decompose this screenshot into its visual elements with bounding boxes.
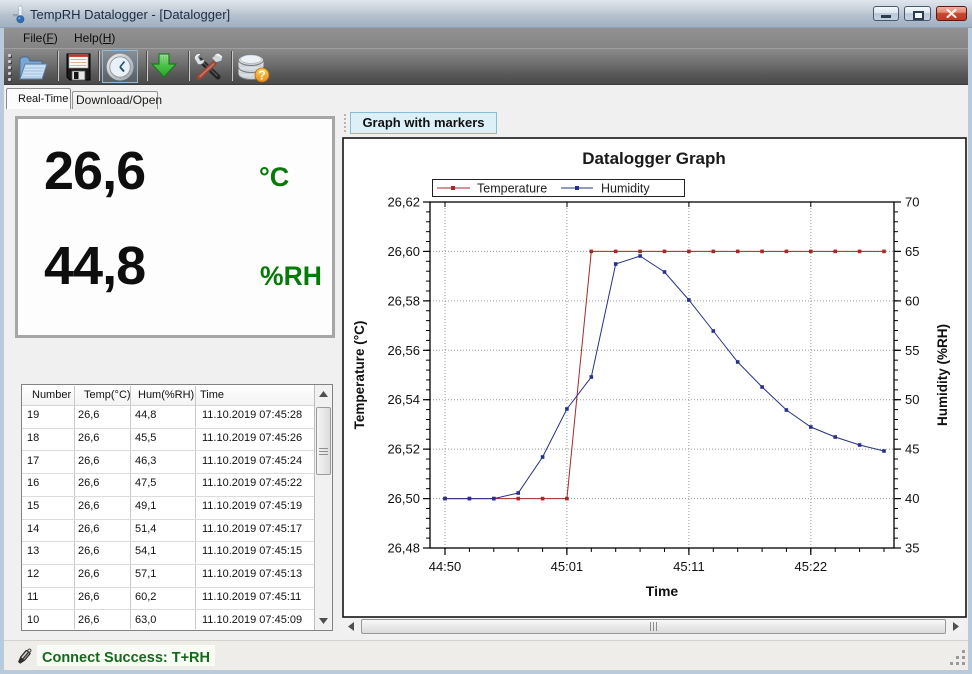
svg-text:44:50: 44:50 — [429, 559, 462, 574]
svg-text:45: 45 — [905, 442, 919, 457]
svg-text:45:22: 45:22 — [795, 559, 828, 574]
svg-text:26,48: 26,48 — [387, 541, 420, 556]
svg-text:?: ? — [258, 69, 266, 83]
svg-text:Humidity (%RH): Humidity (%RH) — [935, 324, 950, 426]
svg-text:Temperature: Temperature — [477, 182, 547, 196]
svg-text:26,62: 26,62 — [387, 195, 420, 210]
svg-text:26,50: 26,50 — [387, 491, 420, 506]
svg-text:Humidity: Humidity — [601, 182, 650, 196]
svg-text:35: 35 — [905, 541, 919, 556]
svg-text:45:11: 45:11 — [673, 559, 705, 574]
svg-text:Datalogger Graph: Datalogger Graph — [582, 149, 726, 168]
svg-text:45:01: 45:01 — [551, 559, 584, 574]
svg-text:40: 40 — [905, 491, 919, 506]
svg-text:65: 65 — [905, 244, 919, 259]
svg-text:55: 55 — [905, 343, 919, 358]
svg-text:26,56: 26,56 — [387, 343, 420, 358]
svg-text:Temperature (°C): Temperature (°C) — [352, 321, 367, 430]
svg-text:26,52: 26,52 — [387, 442, 420, 457]
svg-text:70: 70 — [905, 195, 919, 210]
svg-text:26,54: 26,54 — [387, 392, 420, 407]
svg-text:26,60: 26,60 — [387, 244, 420, 259]
svg-text:50: 50 — [905, 392, 919, 407]
svg-text:26,58: 26,58 — [387, 293, 420, 308]
svg-text:Time: Time — [646, 583, 679, 599]
svg-text:60: 60 — [905, 293, 919, 308]
